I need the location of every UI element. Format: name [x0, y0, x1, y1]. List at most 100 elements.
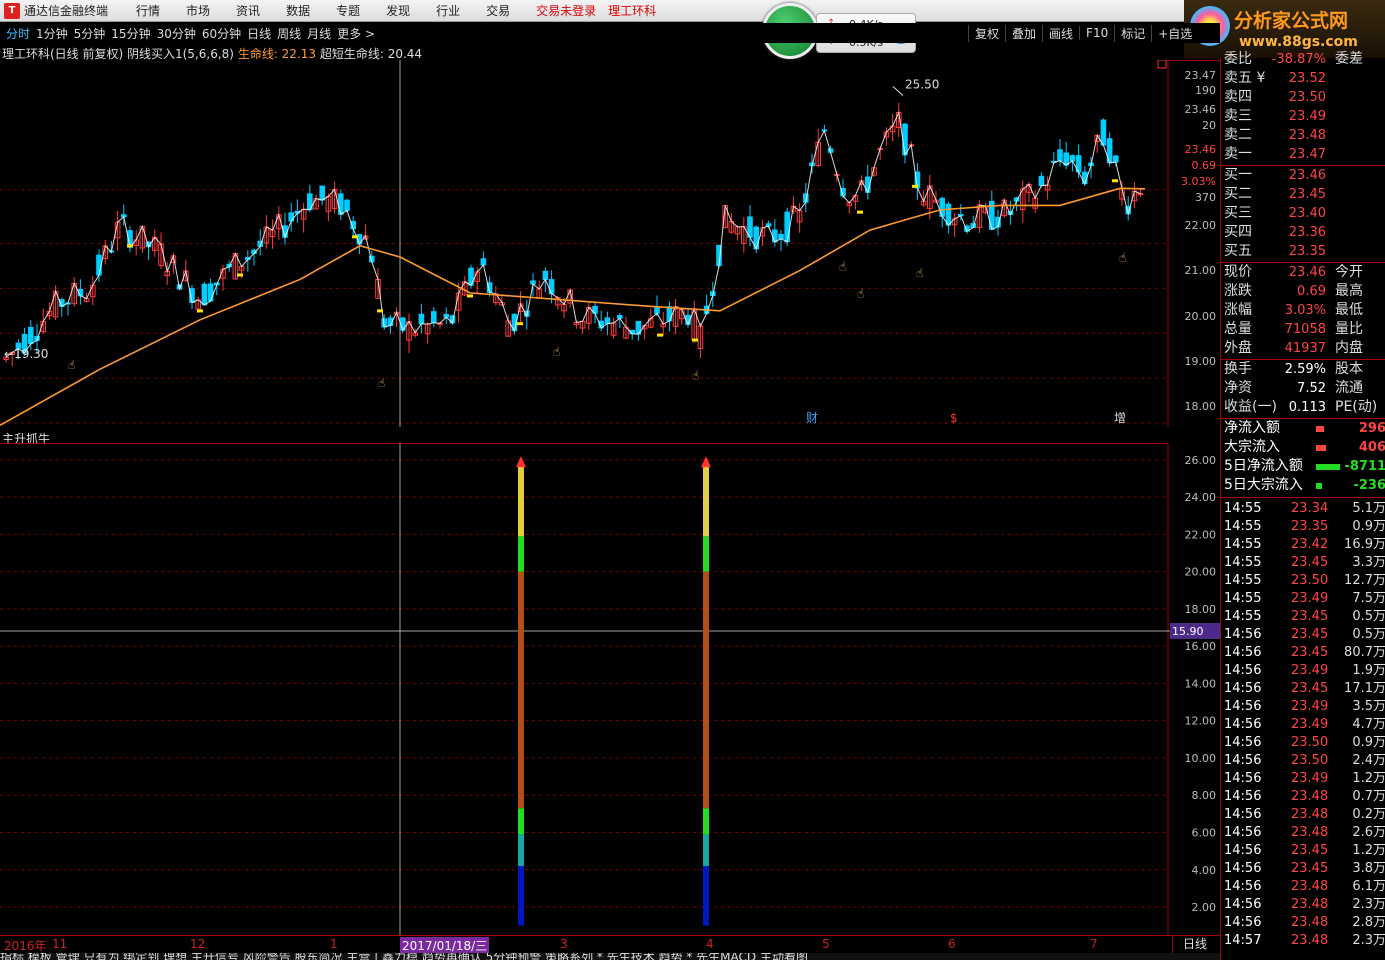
tick-price: 23.45: [1291, 609, 1329, 624]
y-axis-label: 190: [1195, 84, 1216, 97]
candle: [269, 219, 276, 249]
tick-price: 23.42: [1291, 537, 1329, 552]
tick-time: 14:56: [1224, 879, 1262, 894]
period-tab[interactable]: 月线: [307, 25, 331, 42]
tick-time: 14:55: [1224, 573, 1262, 588]
menu-item[interactable]: 交易: [486, 2, 510, 19]
candle: [59, 297, 65, 317]
period-tab[interactable]: 更多 >: [337, 25, 375, 42]
row-right-label: 最高: [1335, 283, 1363, 299]
tick-price: 23.45: [1291, 861, 1329, 876]
tick-price: 23.45: [1291, 645, 1329, 660]
cursor-value: 15.90: [1172, 625, 1204, 638]
app-window: T 通达信金融终端 行情 市场 资讯 数据 专题 发现 行业 交易 交易未登录 …: [0, 0, 1385, 960]
menu-item[interactable]: 专题: [336, 2, 360, 19]
tick-volume: 80.7万: [1344, 645, 1385, 660]
event-label[interactable]: 增: [1114, 411, 1126, 425]
candlestick-chart[interactable]: ☝ ☝ ☝ ☝ ☝ ☝ ☝ ☝ 25.50 ←19.30 财 $ 增 23.47 190 23.46 20 23.…: [0, 60, 1220, 427]
period-tab[interactable]: 日线: [247, 25, 271, 42]
toolbar-button[interactable]: 复权: [968, 24, 1005, 42]
period-tab[interactable]: 分时: [6, 25, 30, 42]
tick-volume: 0.9万: [1352, 519, 1385, 534]
tick-time: 14:56: [1224, 753, 1262, 768]
candle: [610, 317, 617, 339]
row-label: 买二: [1224, 186, 1252, 202]
low-price-label: ←19.30: [4, 347, 48, 361]
signal-bar: [518, 465, 524, 926]
y-axis-label: 18.00: [1185, 400, 1217, 413]
row-value: 7.52: [1297, 381, 1326, 396]
tick-row: 14:56 23.50 0.9万: [1221, 734, 1385, 752]
tick-price: 23.45: [1291, 681, 1329, 696]
tick-time: 14:56: [1224, 807, 1262, 822]
tick-row: 14:55 23.42 16.9万: [1221, 536, 1385, 554]
row-label: 卖二: [1224, 127, 1252, 143]
period-label[interactable]: 日线: [1172, 935, 1220, 953]
menu-item[interactable]: 发现: [386, 2, 410, 19]
y-axis-label: 23.46: [1185, 143, 1217, 156]
indicator-tab-bar[interactable]: 指标 模板 管理 只有为 绑定到 理想 主升信号 风险警告 股东简况 主营 | …: [0, 953, 1385, 960]
stock-name: 理工环科: [608, 4, 657, 18]
y-axis-label: 0.69: [1192, 159, 1217, 172]
y-axis-label: 19.00: [1185, 355, 1217, 368]
tick-time: 14:56: [1224, 897, 1262, 912]
tick-row: 14:56 23.45 17.1万: [1221, 680, 1385, 698]
tick-time: 14:56: [1224, 627, 1262, 642]
menu-item[interactable]: 数据: [286, 2, 310, 19]
candle: [896, 102, 902, 138]
row-value: 23.47: [1288, 147, 1326, 162]
period-tab[interactable]: 30分钟: [157, 25, 196, 42]
signal-marker: [197, 309, 203, 313]
candle: [865, 164, 871, 200]
tick-row: 14:56 23.45 3.8万: [1221, 860, 1385, 878]
row-label: 现价: [1224, 264, 1252, 280]
candle: [294, 199, 301, 223]
tick-volume: 2.4万: [1352, 753, 1385, 768]
candle: [201, 282, 208, 306]
menu-item[interactable]: 行业: [436, 2, 460, 19]
toolbar-button[interactable]: 叠加: [1005, 24, 1042, 42]
candle: [282, 212, 288, 245]
candle: [443, 307, 449, 325]
candle: [945, 201, 952, 234]
stat-row: 净资 7.52 流通: [1221, 379, 1385, 398]
arrow-up-icon: [516, 456, 526, 468]
period-tab[interactable]: 5分钟: [74, 25, 106, 42]
tick-price: 23.48: [1291, 825, 1329, 840]
period-tab[interactable]: 15分钟: [111, 25, 150, 42]
menu-item[interactable]: 行情: [136, 2, 160, 19]
tick-row: 14:56 23.45 0.5万: [1221, 626, 1385, 644]
row-value: 23.48: [1288, 128, 1326, 143]
row-right-label: 内盘: [1335, 340, 1363, 356]
tick-price: 23.50: [1291, 735, 1329, 750]
bid-level: 买三 23.40: [1221, 204, 1385, 223]
ask-level: 卖四 23.50: [1221, 88, 1385, 107]
signal-marker: [127, 244, 133, 248]
flow-label: 5日净流入额: [1224, 458, 1303, 474]
sub-indicator-chart[interactable]: 26.00 24.00 22.00 20.00 18.00 16.00 14.00 12.00…: [0, 443, 1220, 935]
menu-item[interactable]: 市场: [186, 2, 210, 19]
toolbar-button[interactable]: F10: [1079, 26, 1114, 40]
signal-marker: [912, 184, 918, 188]
flow-label: 净流入额: [1224, 420, 1280, 436]
menu-item[interactable]: 资讯: [236, 2, 260, 19]
signal-marker: [657, 333, 663, 337]
y-axis-label: 22.00: [1185, 219, 1217, 232]
toolbar-button[interactable]: 标记: [1114, 24, 1151, 42]
flow-value: -236: [1353, 478, 1385, 493]
trade-login-status[interactable]: 交易未登录: [536, 2, 596, 19]
tick-volume: 1.2万: [1352, 843, 1385, 858]
bid-level: 买一 23.46: [1221, 166, 1385, 185]
period-tab[interactable]: 1分钟: [36, 25, 68, 42]
period-tab[interactable]: 60分钟: [202, 25, 241, 42]
event-label[interactable]: 财: [806, 411, 818, 425]
event-label[interactable]: $: [950, 411, 958, 425]
toolbar-button[interactable]: 画线: [1042, 24, 1079, 42]
tick-time: 14:55: [1224, 609, 1262, 624]
chart-corner-icon[interactable]: [1157, 60, 1167, 69]
tick-time: 14:55: [1224, 519, 1262, 534]
tick-row: 14:56 23.48 2.8万: [1221, 914, 1385, 932]
toolbar-button[interactable]: +自选: [1151, 24, 1198, 42]
period-tab[interactable]: 周线: [277, 25, 301, 42]
candle: [1131, 182, 1138, 209]
